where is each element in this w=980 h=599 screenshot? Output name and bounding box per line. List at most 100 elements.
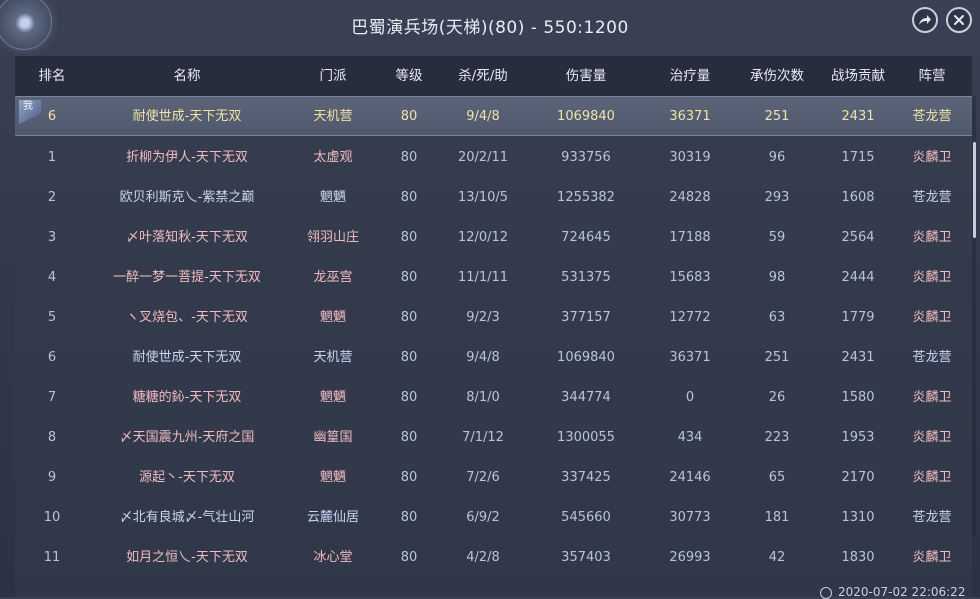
rank-cell: 5 xyxy=(47,310,57,325)
table-row[interactable]: 6 耐使世成-天下无双 天机营 80 9/4/8 1069840 36371 2… xyxy=(15,338,972,378)
close-icon xyxy=(954,15,964,25)
player-name: 源起丶-天下无双 xyxy=(139,470,235,485)
contribution-cell: 1608 xyxy=(841,190,875,205)
damage-cell: 377157 xyxy=(561,310,611,325)
table-row[interactable]: 7 糖糖的鈊-天下无双 魍魉 80 8/1/0 344774 0 26 1580… xyxy=(15,378,972,418)
rank-cell: 2 xyxy=(47,190,57,205)
title-bar: 巴蜀演兵场(天梯)(80) - 550:1200 xyxy=(0,0,980,58)
rank-cell: 6 xyxy=(47,350,57,365)
sect-cell: 天机营 xyxy=(313,109,353,124)
contribution-cell: 2564 xyxy=(841,230,875,245)
kda-cell: 6/9/2 xyxy=(466,510,500,525)
level-cell: 80 xyxy=(400,510,418,525)
kda-cell: 9/4/8 xyxy=(466,109,500,124)
table-row[interactable]: 11 如月之恒乀-天下无双 冰心堂 80 4/2/8 357403 26993 … xyxy=(15,538,972,578)
healing-cell: 30319 xyxy=(669,150,711,165)
contribution-cell: 1830 xyxy=(841,550,875,565)
header-sect[interactable]: 门派 xyxy=(285,56,381,96)
healing-cell: 36371 xyxy=(669,109,711,124)
header-camp[interactable]: 阵营 xyxy=(899,56,965,96)
close-button[interactable] xyxy=(946,7,972,33)
contribution-cell: 1580 xyxy=(841,390,875,405)
damage-cell: 1069840 xyxy=(557,350,615,365)
kda-cell: 13/10/5 xyxy=(457,190,509,205)
level-cell: 80 xyxy=(400,150,418,165)
table-row[interactable]: 10 〆北有良城〆-气壮山河 云麓仙居 80 6/9/2 545660 3077… xyxy=(15,498,972,538)
header-damage[interactable]: 伤害量 xyxy=(529,56,643,96)
level-cell: 80 xyxy=(400,550,418,565)
table-row[interactable]: 8 〆天国震九州-天府之国 幽篁国 80 7/1/12 1300055 434 … xyxy=(15,418,972,458)
damage-cell: 1069840 xyxy=(557,109,615,124)
header-level[interactable]: 等级 xyxy=(381,56,437,96)
sect-cell: 魍魉 xyxy=(319,310,346,325)
contribution-cell: 1310 xyxy=(841,510,875,525)
damage-cell: 337425 xyxy=(561,470,611,485)
kda-cell: 9/2/3 xyxy=(466,310,500,325)
player-name: 〆叶落知秋-天下无双 xyxy=(126,230,248,245)
healing-cell: 26993 xyxy=(669,550,711,565)
player-name: 折柳为伊人-天下无双 xyxy=(126,150,248,165)
healing-cell: 24146 xyxy=(669,470,711,485)
hits-taken-cell: 63 xyxy=(768,310,786,325)
camp-cell: 炎麟卫 xyxy=(912,150,952,165)
header-healing[interactable]: 治疗量 xyxy=(643,56,737,96)
table-row[interactable]: 3 〆叶落知秋-天下无双 翎羽山庄 80 12/0/12 724645 1718… xyxy=(15,218,972,258)
rank-cell: 4 xyxy=(47,270,57,285)
rank-cell: 3 xyxy=(47,230,57,245)
self-row[interactable]: 我 6 耐使世成-天下无双 天机营 80 9/4/8 1069840 36371… xyxy=(15,96,972,136)
sect-cell: 幽篁国 xyxy=(313,430,353,445)
level-cell: 80 xyxy=(400,310,418,325)
table-row[interactable]: 2 欧贝利斯克乀-紫禁之巅 魍魉 80 13/10/5 1255382 2482… xyxy=(15,178,972,218)
sect-cell: 魍魉 xyxy=(319,470,346,485)
hits-taken-cell: 96 xyxy=(768,150,786,165)
share-arrow-icon xyxy=(919,15,931,25)
kda-cell: 9/4/8 xyxy=(466,350,500,365)
hits-taken-cell: 98 xyxy=(768,270,786,285)
table-row[interactable]: 9 源起丶-天下无双 魍魉 80 7/2/6 337425 24146 65 2… xyxy=(15,458,972,498)
healing-cell: 12772 xyxy=(669,310,711,325)
header-contribution[interactable]: 战场贡献 xyxy=(817,56,899,96)
sect-cell: 云麓仙居 xyxy=(306,510,359,525)
hits-taken-cell: 59 xyxy=(768,230,786,245)
damage-cell: 344774 xyxy=(561,390,611,405)
hits-taken-cell: 293 xyxy=(764,190,790,205)
rank-cell: 10 xyxy=(43,510,61,525)
contribution-cell: 1715 xyxy=(841,150,875,165)
scoreboard-table: 排名 名称 门派 等级 杀/死/助 伤害量 治疗量 承伤次数 战场贡献 阵营 我… xyxy=(15,56,972,597)
rank-cell: 8 xyxy=(47,430,57,445)
level-cell: 80 xyxy=(400,109,418,124)
sect-cell: 魍魉 xyxy=(319,390,346,405)
player-name: 糖糖的鈊-天下无双 xyxy=(132,390,242,405)
header-kda[interactable]: 杀/死/助 xyxy=(437,56,529,96)
header-name[interactable]: 名称 xyxy=(89,56,285,96)
camp-cell: 苍龙营 xyxy=(912,190,952,205)
healing-cell: 30773 xyxy=(669,510,711,525)
table-row[interactable]: 1 折柳为伊人-天下无双 太虚观 80 20/2/11 933756 30319… xyxy=(15,138,972,178)
camp-cell: 炎麟卫 xyxy=(912,310,952,325)
contribution-cell: 2444 xyxy=(841,270,875,285)
hits-taken-cell: 223 xyxy=(764,430,790,445)
sect-cell: 天机营 xyxy=(313,350,353,365)
sect-cell: 魍魉 xyxy=(319,190,346,205)
player-name: 一醉一梦一菩提-天下无双 xyxy=(113,270,261,285)
rank-cell: 7 xyxy=(47,390,57,405)
hits-taken-cell: 42 xyxy=(768,550,786,565)
kda-cell: 7/2/6 xyxy=(466,470,500,485)
table-row[interactable]: 4 一醉一梦一菩提-天下无双 龙巫宫 80 11/1/11 531375 156… xyxy=(15,258,972,298)
camp-cell: 苍龙营 xyxy=(912,350,952,365)
camp-cell: 炎麟卫 xyxy=(912,430,952,445)
scrollbar-thumb[interactable] xyxy=(973,142,976,238)
damage-cell: 357403 xyxy=(561,550,611,565)
table-row[interactable]: 5 ヽ叉烧包、-天下无双 魍魉 80 9/2/3 377157 12772 63… xyxy=(15,298,972,338)
camp-cell: 炎麟卫 xyxy=(912,390,952,405)
damage-cell: 545660 xyxy=(561,510,611,525)
healing-cell: 17188 xyxy=(669,230,711,245)
level-cell: 80 xyxy=(400,230,418,245)
share-button[interactable] xyxy=(912,7,938,33)
contribution-cell: 1779 xyxy=(841,310,875,325)
camp-cell: 炎麟卫 xyxy=(912,470,952,485)
level-cell: 80 xyxy=(400,270,418,285)
header-hits-taken[interactable]: 承伤次数 xyxy=(737,56,817,96)
contribution-cell: 1953 xyxy=(841,430,875,445)
header-rank[interactable]: 排名 xyxy=(15,56,89,96)
